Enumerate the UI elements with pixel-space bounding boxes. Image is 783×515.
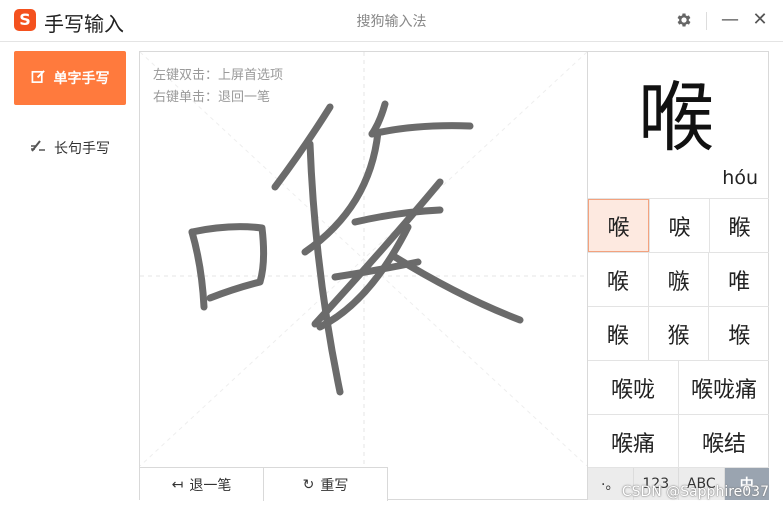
candidate-item[interactable]: 睺 <box>588 307 648 360</box>
candidate-item[interactable]: 喉 <box>588 253 648 306</box>
close-button[interactable]: ✕ <box>748 8 772 32</box>
candidate-row: 喉 嗾 唯 <box>588 252 769 306</box>
sidebar: 单字手写 长句手写 <box>0 43 138 515</box>
undo-stroke-button[interactable]: ↤ 退一笔 <box>140 467 264 501</box>
candidate-item[interactable]: 喉咙痛 <box>678 361 769 414</box>
minimize-button[interactable]: — <box>718 8 742 32</box>
app-title: 手写输入 <box>44 12 124 36</box>
candidate-item[interactable]: 喉 <box>588 199 649 252</box>
pen-lines-icon <box>30 139 46 157</box>
candidate-item[interactable]: 猴 <box>647 307 709 360</box>
sidebar-item-label: 长句手写 <box>54 141 110 157</box>
candidate-item[interactable]: 喉咙 <box>588 361 678 414</box>
handwritten-strokes <box>188 100 524 396</box>
candidate-item[interactable]: 睺 <box>709 199 769 252</box>
arrow-left-icon: ↤ <box>171 476 184 493</box>
sidebar-item-long-sentence[interactable]: 长句手写 <box>14 121 126 175</box>
gear-icon <box>677 13 691 27</box>
edit-square-icon <box>31 69 46 88</box>
candidate-row: 喉痛 喉结 <box>588 414 769 468</box>
handwriting-canvas[interactable]: 左键双击：上屏首选项 右键单击：退回一笔 ↤ 退一笔 ↻ 重写 <box>139 51 588 501</box>
candidate-item[interactable]: 嗾 <box>647 253 709 306</box>
watermark: CSDN @Sapphire037 <box>621 484 769 500</box>
preview-pinyin: hóu <box>722 167 758 189</box>
candidate-item[interactable]: 堠 <box>708 307 769 360</box>
rewrite-label: 重写 <box>320 477 349 494</box>
candidate-row: 喉 唳 睺 <box>588 198 769 252</box>
candidate-row: 睺 猴 堠 <box>588 306 769 360</box>
candidate-item[interactable]: 喉痛 <box>588 415 678 468</box>
title-separator <box>706 12 707 30</box>
candidate-grid: 喉 唳 睺 喉 嗾 唯 睺 猴 堠 喉咙 喉咙痛 喉痛 喉结 <box>588 198 769 468</box>
candidate-item[interactable]: 唳 <box>649 199 709 252</box>
candidate-panel: 喉 hóu 喉 唳 睺 喉 嗾 唯 睺 猴 堠 喉咙 喉咙痛 喉痛 喉结 ·。 … <box>588 51 769 500</box>
sogou-logo-icon: S <box>14 9 36 31</box>
candidate-item[interactable]: 唯 <box>708 253 769 306</box>
undo-stroke-label: 退一笔 <box>189 477 232 494</box>
candidate-row: 喉咙 喉咙痛 <box>588 360 769 414</box>
candidate-item[interactable]: 喉结 <box>678 415 769 468</box>
sidebar-item-single-char[interactable]: 单字手写 <box>14 51 126 105</box>
settings-button[interactable] <box>672 8 696 32</box>
rewrite-button[interactable]: ↻ 重写 <box>264 467 388 501</box>
sidebar-item-label: 单字手写 <box>53 71 110 87</box>
refresh-icon: ↻ <box>302 476 315 493</box>
title-bar: S 手写输入 搜狗输入法 — ✕ <box>0 0 783 42</box>
preview-character: 喉 <box>638 73 714 162</box>
